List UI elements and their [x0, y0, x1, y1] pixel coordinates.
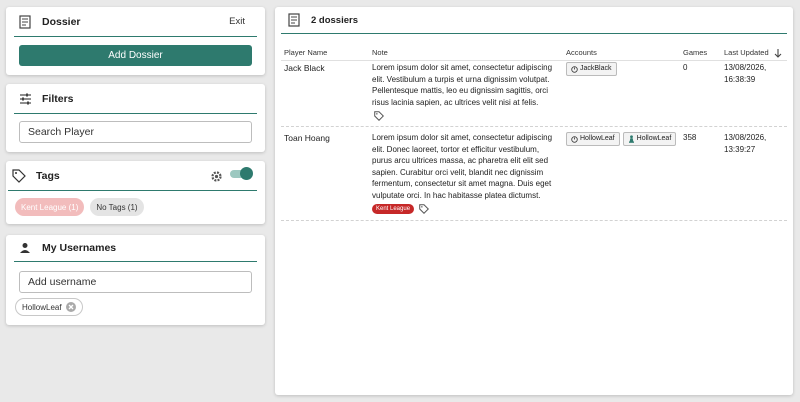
filters-panel: Filters Search Player — [6, 84, 265, 152]
account-label: HollowLeaf — [636, 135, 672, 143]
document-icon — [18, 14, 32, 29]
dossier-header: Dossier Exit — [14, 7, 257, 37]
filters-title: Filters — [42, 92, 74, 105]
toggle-knob — [240, 167, 253, 180]
dossier-title: Dossier — [42, 15, 81, 28]
tag-icon[interactable] — [419, 204, 430, 214]
row-divider — [281, 126, 787, 127]
account-label: HollowLeaf — [580, 135, 615, 143]
dossier-list-panel: 2 dossiers Player Name Note Accounts Gam… — [275, 7, 793, 395]
arrow-down-icon — [774, 48, 783, 58]
close-circle-icon[interactable] — [65, 302, 76, 312]
usernames-header: My Usernames — [14, 235, 257, 262]
row-divider — [281, 220, 787, 221]
tag-chip-kent-league[interactable]: Kent League (1) — [15, 198, 85, 216]
username-chip-label: HollowLeaf — [22, 302, 62, 312]
sliders-icon — [18, 92, 32, 106]
tags-title: Tags — [36, 169, 60, 182]
username-chip[interactable]: HollowLeaf — [15, 298, 83, 316]
usernames-panel: My Usernames Add username HollowLeaf — [6, 235, 265, 325]
tag-icon — [12, 168, 26, 183]
document-icon — [287, 13, 301, 27]
stopwatch-icon — [571, 65, 578, 73]
list-header: 2 dossiers — [281, 7, 787, 34]
tag-chip-list: Kent League (1) No Tags (1) — [15, 198, 144, 216]
add-username-input[interactable]: Add username — [19, 271, 252, 293]
exit-button[interactable]: Exit — [229, 16, 245, 27]
col-last-updated-label: Last Updated — [724, 48, 769, 57]
gear-icon[interactable] — [209, 169, 223, 183]
tag-chip-kent-league[interactable]: Kent League — [372, 204, 415, 214]
row-tags: Kent League — [372, 204, 430, 214]
header-divider — [281, 60, 787, 61]
account-chip[interactable]: HollowLeaf — [622, 132, 677, 146]
player-name[interactable]: Toan Hoang — [284, 133, 330, 145]
last-updated: 13/08/2026, 16:38:39 — [724, 63, 767, 84]
games-count: 0 — [683, 63, 688, 72]
col-last-updated[interactable]: Last Updated — [724, 48, 783, 58]
tags-panel: Tags Kent League (1) No Tags (1) — [6, 161, 265, 224]
tag-icon[interactable] — [374, 111, 384, 121]
note-text: Lorem ipsum dolor sit amet, consectetur … — [372, 133, 553, 200]
player-name[interactable]: Jack Black — [284, 63, 325, 75]
games-count: 358 — [683, 133, 697, 142]
account-label: JackBlack — [580, 65, 612, 73]
note-text: Lorem ipsum dolor sit amet, consectetur … — [372, 63, 553, 107]
tag-chip-no-tags[interactable]: No Tags (1) — [90, 198, 144, 216]
last-updated: 13/08/2026, 13:39:27 — [724, 133, 767, 154]
account-chip[interactable]: JackBlack — [566, 62, 617, 76]
accounts-cell: HollowLeaf HollowLeaf — [566, 132, 679, 146]
add-dossier-button[interactable]: Add Dossier — [19, 45, 252, 66]
person-icon — [18, 241, 32, 255]
usernames-title: My Usernames — [42, 242, 117, 254]
stopwatch-icon — [571, 135, 578, 143]
search-player-input[interactable]: Search Player — [19, 121, 252, 143]
chess-pawn-icon — [628, 135, 635, 143]
col-note[interactable]: Note — [372, 48, 388, 57]
col-player-name[interactable]: Player Name — [284, 48, 327, 57]
accounts-cell: JackBlack — [566, 62, 620, 76]
dossier-panel: Dossier Exit Add Dossier — [6, 7, 265, 75]
col-accounts[interactable]: Accounts — [566, 48, 597, 57]
account-chip[interactable]: HollowLeaf — [566, 132, 620, 146]
tags-header: Tags — [8, 161, 257, 191]
filters-header: Filters — [14, 84, 257, 114]
col-games[interactable]: Games — [683, 48, 707, 57]
tags-toggle[interactable] — [230, 167, 253, 180]
dossier-count: 2 dossiers — [311, 14, 358, 26]
